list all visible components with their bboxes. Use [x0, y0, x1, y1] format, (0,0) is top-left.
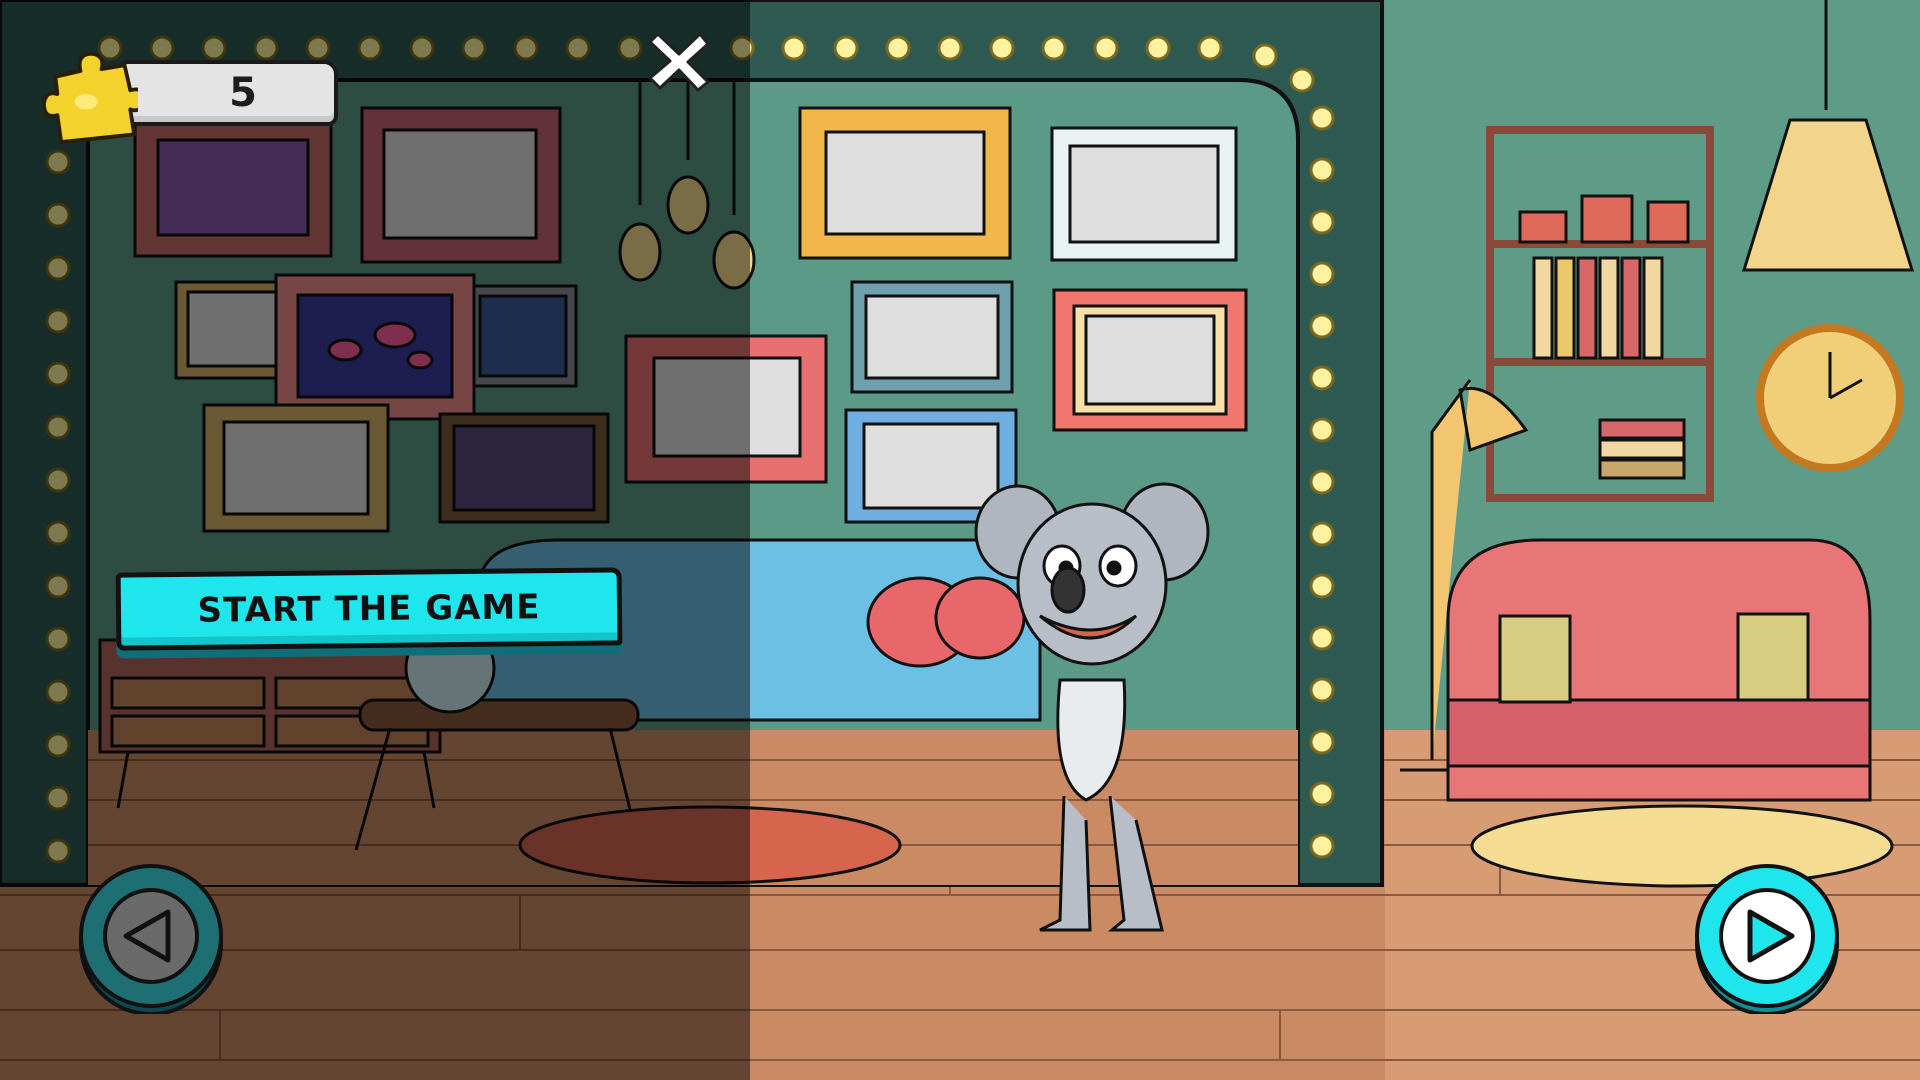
close-button[interactable] — [644, 26, 714, 96]
start-game-label: START THE GAME — [197, 587, 541, 631]
game-scene — [0, 0, 1920, 1080]
play-left-icon — [79, 864, 223, 1016]
puzzle-counter: 5 — [42, 44, 338, 144]
start-game-button[interactable]: START THE GAME — [115, 567, 623, 651]
puzzle-piece-icon — [42, 51, 138, 144]
puzzle-count-box: 5 — [118, 60, 338, 126]
close-icon — [648, 32, 710, 92]
next-room-button[interactable] — [1692, 864, 1842, 1016]
puzzle-count: 5 — [229, 70, 257, 116]
previous-room-button[interactable] — [76, 864, 226, 1016]
play-right-icon — [1695, 864, 1839, 1016]
